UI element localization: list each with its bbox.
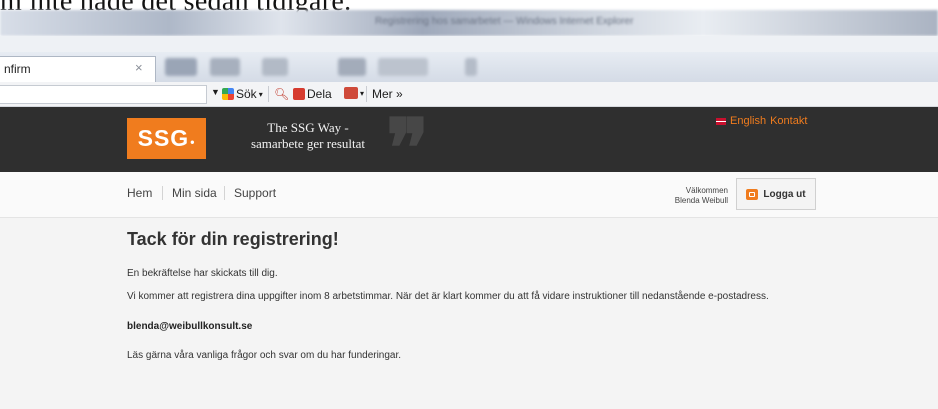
kontakt-link[interactable]: Kontakt <box>770 115 807 127</box>
translate-icon <box>344 87 358 99</box>
separator <box>366 86 367 102</box>
tagline: The SSG Way - samarbete ger resultat <box>248 120 368 152</box>
browser-tab-active[interactable]: nfirm × <box>0 56 156 82</box>
menu-area <box>0 36 938 52</box>
page-title: Tack för din registrering! <box>127 229 339 249</box>
nav-separator <box>224 186 225 200</box>
search-engine-icon <box>222 88 234 100</box>
confirmation-text: En bekräftelse har skickats till dig. <box>127 268 278 279</box>
search-box[interactable] <box>0 85 207 104</box>
blurred-toolbar-icon <box>378 58 428 76</box>
instruction-text: Vi kommer att registrera dina uppgifter … <box>127 291 769 302</box>
logout-icon <box>746 188 759 200</box>
tagline-line-1: The SSG Way - <box>267 120 349 135</box>
welcome-user: Välkommen Blenda Weibull <box>660 186 728 206</box>
user-name: Blenda Weibull <box>674 196 728 205</box>
translate-button[interactable]: ▾ <box>344 87 364 99</box>
blurred-toolbar-icon <box>210 58 240 76</box>
dela-button[interactable]: Dela <box>293 87 332 101</box>
faq-text: Läs gärna våra vanliga frågor och svar o… <box>127 350 402 361</box>
sok-button[interactable]: Sök ▾ <box>222 87 263 101</box>
chevron-down-icon: ▾ <box>360 88 365 98</box>
logout-label: Logga ut <box>763 188 806 200</box>
chevron-down-icon: ▾ <box>258 89 263 99</box>
ssg-logo[interactable]: SSG • <box>127 118 206 159</box>
welcome-label: Välkommen <box>685 186 728 195</box>
separator <box>268 86 269 102</box>
nav-item-support[interactable]: Support <box>234 186 276 200</box>
magnifier-button[interactable]: 🔍︎ <box>274 87 289 101</box>
close-tab-icon[interactable]: × <box>135 60 143 75</box>
logo-text: SSG <box>137 125 190 151</box>
magnifier-icon: 🔍︎ <box>274 87 290 101</box>
dropdown-arrow-icon[interactable]: ▼ <box>211 87 220 97</box>
tab-title: nfirm <box>4 62 31 76</box>
header-links: English Kontakt <box>716 115 807 127</box>
nav-item-hem[interactable]: Hem <box>127 186 152 200</box>
share-icon <box>293 88 305 100</box>
logout-button[interactable]: Logga ut <box>736 178 816 210</box>
window-title: Registrering hos samarbetet — Windows In… <box>375 16 634 27</box>
blurred-toolbar-icon <box>262 58 288 76</box>
blurred-toolbar-icon <box>165 58 197 76</box>
dela-label: Dela <box>307 87 332 101</box>
tagline-line-2: samarbete ger resultat <box>250 136 366 151</box>
sok-label: Sök <box>236 87 257 101</box>
mer-button[interactable]: Mer » <box>372 87 403 101</box>
logo-dot: • <box>190 134 196 149</box>
nav-separator <box>162 186 163 200</box>
uk-flag-icon <box>716 117 726 125</box>
blurred-toolbar-icon <box>338 58 366 76</box>
nav-item-min-sida[interactable]: Min sida <box>172 186 217 200</box>
blurred-toolbar-icon <box>465 58 477 76</box>
english-link[interactable]: English <box>730 115 766 127</box>
email-address: blenda@weibullkonsult.se <box>127 321 253 332</box>
